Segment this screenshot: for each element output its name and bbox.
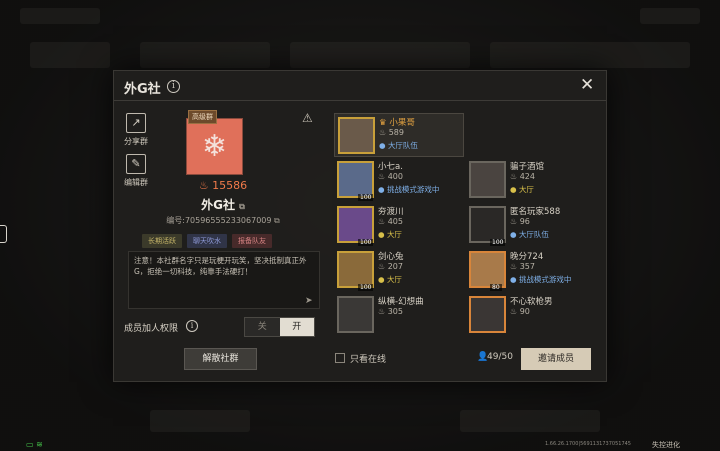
member-card[interactable]: ♛ 小果哥 ♨ 589 ● 大厅队伍: [334, 113, 464, 157]
club-id-text: 编号:70596555233067009: [166, 216, 272, 225]
member-name: 骗子酒馆: [510, 162, 545, 172]
copy-id-icon[interactable]: ⧉: [274, 216, 280, 225]
member-status: ● 大厅队伍: [379, 141, 418, 150]
member-heat: ♨ 424: [510, 172, 535, 181]
copy-icon[interactable]: ⧉: [239, 202, 245, 211]
member-avatar: 100: [337, 161, 374, 201]
club-name: 外G社 ⧉: [114, 196, 332, 213]
snowflake-icon: ❄: [201, 129, 228, 164]
member-avatar: 80: [469, 251, 506, 291]
member-card[interactable]: 100 剑心兔 ♨ 207 ● 大厅: [334, 248, 464, 292]
member-status: ● 大厅: [378, 275, 402, 284]
heat-value: 15586: [212, 179, 248, 192]
tag-active: 长期活跃: [142, 234, 182, 248]
member-avatar: 100: [469, 206, 506, 246]
permission-info-icon[interactable]: i: [186, 320, 198, 332]
disband-button[interactable]: 解散社群: [184, 348, 257, 370]
crown-icon: ♛: [379, 118, 390, 128]
club-name-text: 外G社: [201, 198, 235, 212]
version-text: 1.66.26.1700|5691131737051745: [545, 441, 631, 447]
member-status: ● 大厅: [510, 185, 534, 194]
club-id: 编号:70596555233067009 ⧉: [114, 215, 332, 226]
member-heat: ♨ 400: [378, 172, 403, 181]
report-warning-icon[interactable]: ⚠: [302, 111, 313, 125]
member-avatar: [338, 117, 375, 154]
share-icon: ↗: [126, 113, 146, 133]
member-status: ● 大厅: [378, 230, 402, 239]
member-card[interactable]: 骗子酒馆 ♨ 424 ● 大厅: [466, 158, 596, 202]
rank-badge: 高级群: [188, 110, 217, 124]
toggle-on[interactable]: 开: [279, 318, 314, 336]
member-heat: ♨ 90: [510, 307, 530, 316]
member-status: ● 大厅队伍: [510, 230, 549, 239]
member-avatar: [469, 161, 506, 198]
member-card[interactable]: 不心软枪男 ♨ 90: [466, 293, 596, 337]
member-card[interactable]: 纵横-幻想曲 ♨ 305: [334, 293, 464, 337]
brand-logo: 失控进化: [652, 441, 680, 449]
member-card[interactable]: 100 夯渡川 ♨ 405 ● 大厅: [334, 203, 464, 247]
member-name: 不心软枪男: [510, 297, 553, 307]
member-name: 晚分724: [510, 252, 544, 262]
close-icon[interactable]: ✕: [580, 77, 594, 94]
member-grid: ♛ 小果哥 ♨ 589 ● 大厅队伍 100 小七a. ♨ 400 ● 挑战模式…: [332, 111, 597, 343]
member-avatar: [337, 296, 374, 333]
club-tags: 长期活跃 聊天吹水 报备队友: [142, 234, 272, 248]
share-label: 分享群: [124, 137, 148, 146]
tag-chat: 聊天吹水: [187, 234, 227, 248]
club-avatar: ❄: [186, 118, 243, 175]
member-name: 夯渡川: [378, 207, 404, 217]
dialog-title: 外G社: [124, 82, 161, 97]
dialog-header: 外G社 i ✕: [114, 71, 606, 101]
club-notice: 注意！本社群名字只是玩梗开玩笑，坚决抵制真正外G，拒绝一切科技，纯靠手法硬打！: [128, 251, 320, 309]
permission-label: 成员加人权限: [124, 324, 179, 334]
online-only-label[interactable]: 只看在线: [350, 352, 386, 365]
member-heat: ♨ 357: [510, 262, 535, 271]
battery-wifi-icon: ▭ ≋: [26, 440, 43, 449]
member-count: 49/50: [487, 352, 513, 362]
member-name: ♛ 小果哥: [379, 118, 415, 128]
member-avatar: 100: [337, 251, 374, 291]
member-name: 纵横-幻想曲: [378, 297, 424, 307]
member-heat: ♨ 305: [378, 307, 403, 316]
edit-icon: ✎: [126, 154, 146, 174]
member-status: ● 挑战模式游戏中: [378, 185, 440, 194]
online-only-checkbox[interactable]: [335, 353, 345, 363]
member-heat: ♨ 96: [510, 217, 530, 226]
member-name: 匿名玩家588: [510, 207, 561, 217]
member-heat: ♨ 207: [378, 262, 403, 271]
tag-teammate: 报备队友: [232, 234, 272, 248]
flame-icon: ♨: [198, 179, 213, 192]
member-heat: ♨ 405: [378, 217, 403, 226]
member-name: 剑心兔: [378, 252, 404, 262]
member-card[interactable]: 100 匿名玩家588 ♨ 96 ● 大厅队伍: [466, 203, 596, 247]
send-icon[interactable]: ➤: [305, 296, 313, 306]
club-heat: ♨ 15586: [114, 179, 332, 192]
member-name: 小七a.: [378, 162, 403, 172]
side-handle[interactable]: [0, 225, 7, 243]
member-avatar: 100: [337, 206, 374, 246]
toggle-off[interactable]: 关: [245, 318, 280, 336]
club-dialog: 外G社 i ✕ ↗ 分享群 ✎ 编辑群 ❄ 高级群 ⚠ ♨ 15586 外G社 …: [113, 70, 607, 382]
share-group-button[interactable]: ↗ 分享群: [120, 113, 152, 147]
permission-toggle[interactable]: 关 开: [244, 317, 315, 337]
member-heat: ♨ 589: [379, 128, 404, 137]
member-status: ● 挑战模式游戏中: [510, 275, 572, 284]
info-icon[interactable]: i: [167, 80, 180, 93]
member-card[interactable]: 100 小七a. ♨ 400 ● 挑战模式游戏中: [334, 158, 464, 202]
member-card[interactable]: 80 晚分724 ♨ 357 ● 挑战模式游戏中: [466, 248, 596, 292]
member-avatar: [469, 296, 506, 333]
invite-member-button[interactable]: 邀请成员: [521, 348, 591, 370]
